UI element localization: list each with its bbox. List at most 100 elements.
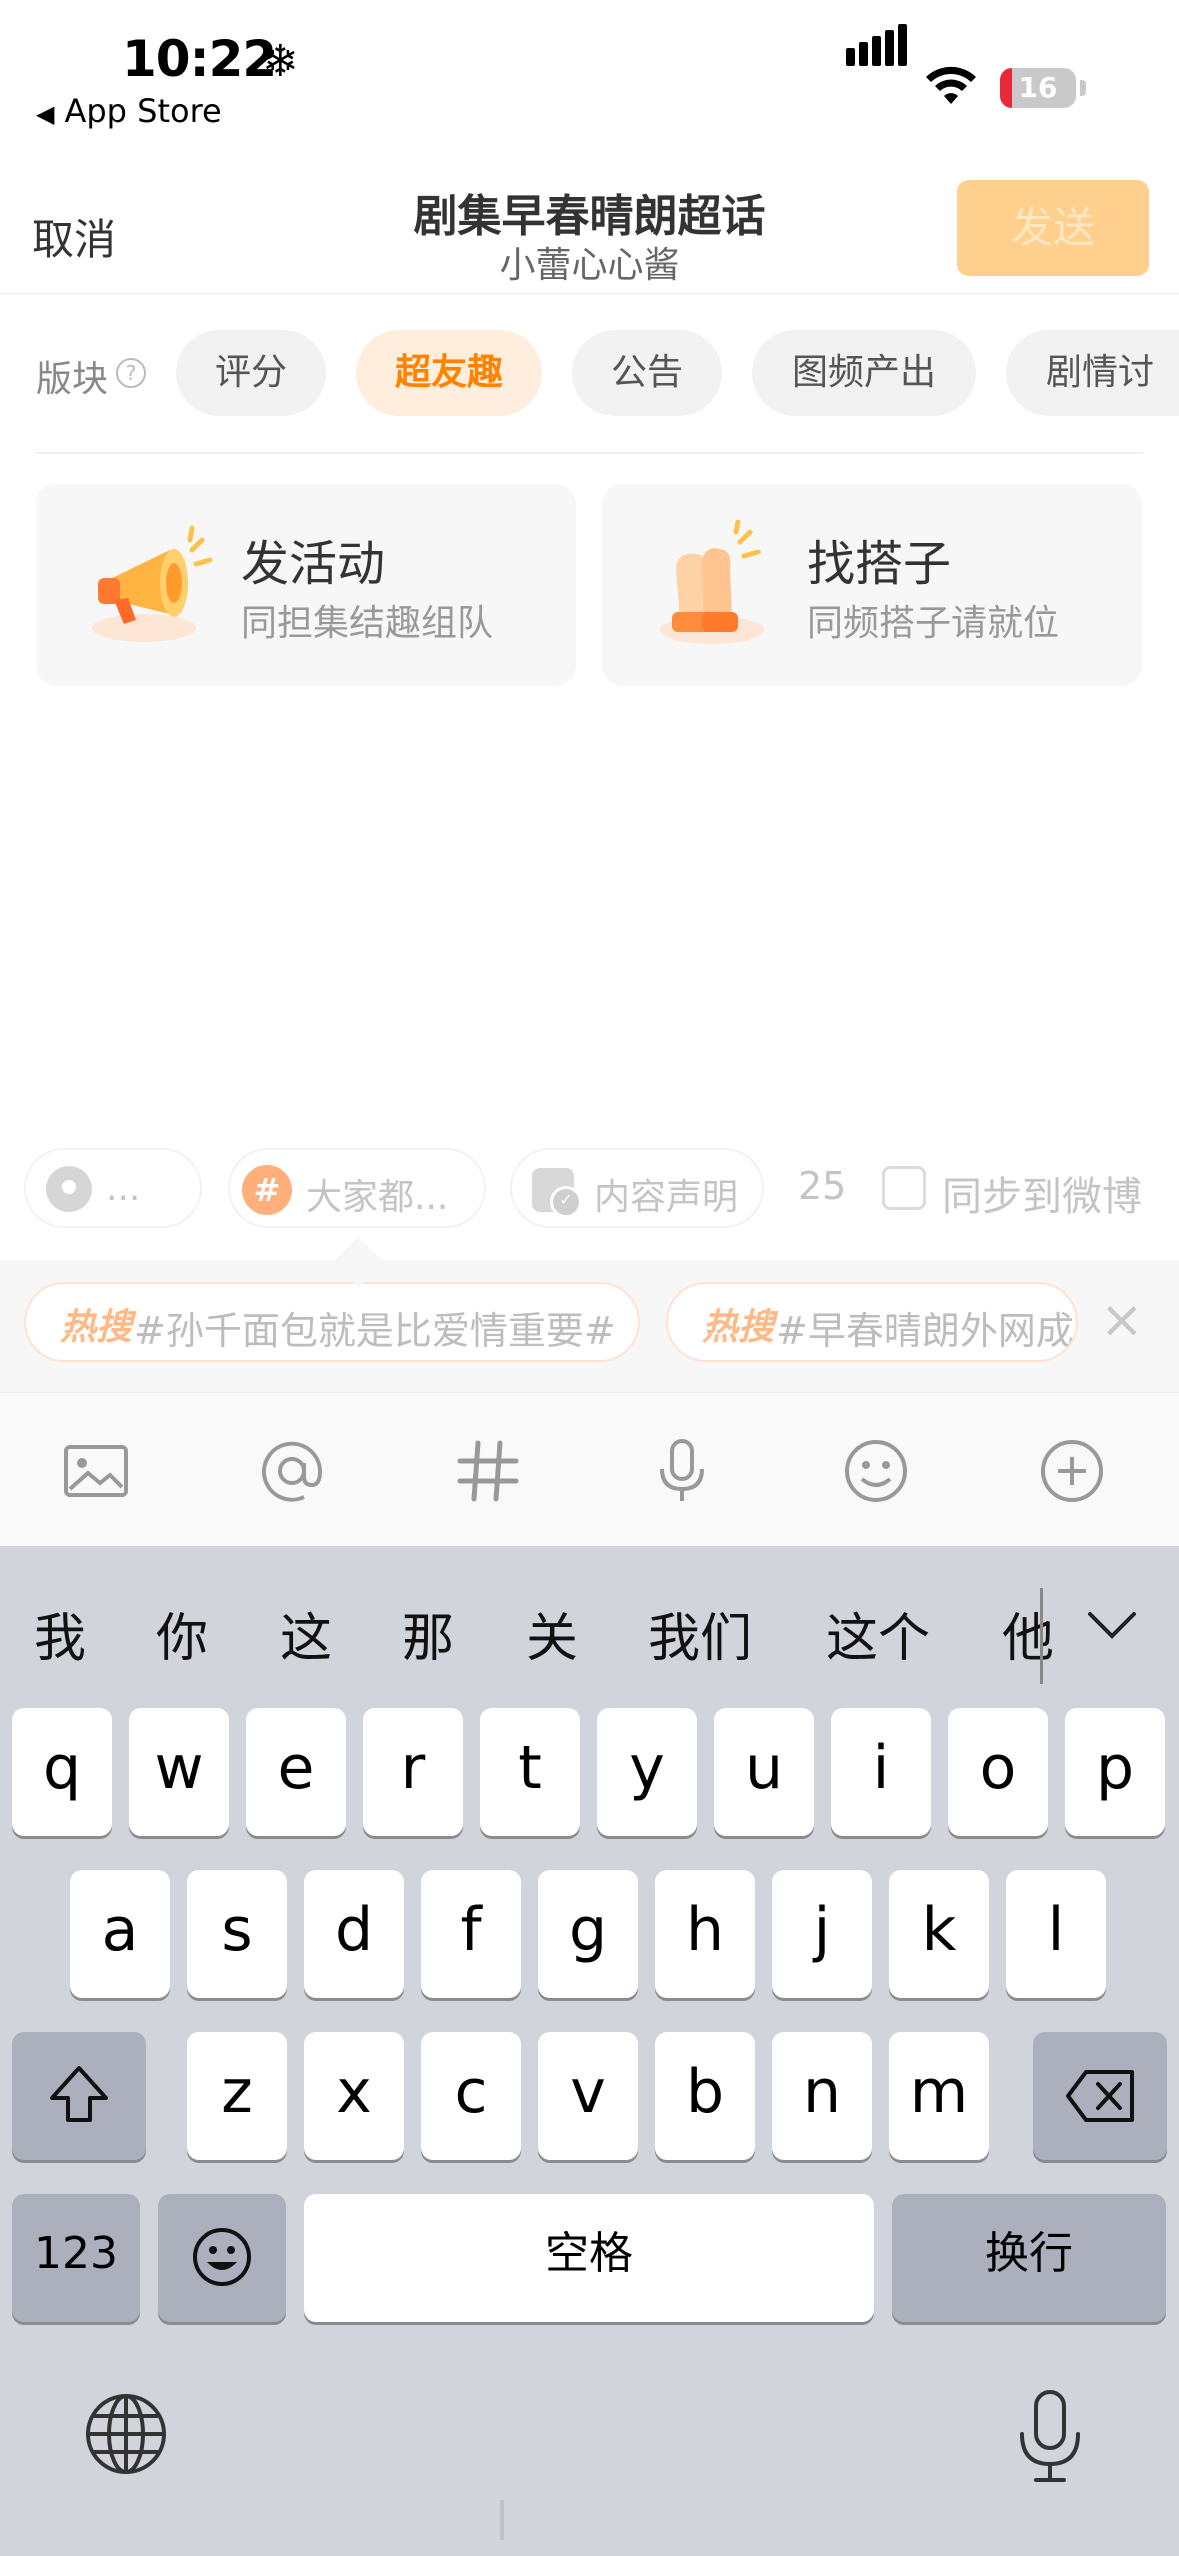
back-app-label: App Store (64, 92, 222, 130)
space-key[interactable]: 空格 (304, 2194, 874, 2322)
key-letter[interactable]: k (889, 1870, 989, 1998)
shift-arrow-icon (50, 2066, 108, 2122)
tab-section[interactable]: 评分 (176, 330, 326, 416)
key-letter[interactable]: m (889, 2032, 989, 2160)
divider (36, 452, 1143, 454)
card-subtitle: 同频搭子请就位 (807, 603, 1060, 644)
close-icon[interactable]: × (1100, 1290, 1144, 1350)
key-letter[interactable]: l (1006, 1870, 1106, 1998)
wifi-icon (926, 66, 976, 104)
emoji-icon (193, 2228, 251, 2286)
hot-search-tag: 热搜 (60, 1307, 133, 1348)
question-circle-icon[interactable]: ? (116, 358, 146, 388)
key-letter[interactable]: z (187, 2032, 287, 2160)
home-indicator (500, 2500, 504, 2540)
back-to-app-link[interactable]: ◀ App Store (36, 92, 222, 130)
numbers-key[interactable]: 123 (12, 2194, 140, 2322)
key-letter[interactable]: g (538, 1870, 638, 1998)
sync-weibo-label[interactable]: 同步到微博 (942, 1164, 1142, 1222)
declaration-label: 内容声明 (594, 1177, 739, 1218)
key-letter[interactable]: u (714, 1708, 814, 1836)
candidate-word[interactable]: 我 (34, 1596, 86, 1671)
card-title: 找搭子 (807, 536, 952, 592)
hot-search-chip[interactable]: 热搜 #早春晴朗外网成 (666, 1282, 1078, 1362)
at-icon[interactable] (256, 1435, 328, 1507)
microphone-icon[interactable] (1010, 2386, 1090, 2486)
return-key[interactable]: 换行 (892, 2194, 1166, 2322)
tab-section[interactable]: 剧情讨 (1006, 330, 1179, 416)
backspace-key[interactable] (1033, 2032, 1167, 2160)
sync-weibo-checkbox[interactable] (882, 1166, 926, 1210)
chevron-down-icon[interactable] (1084, 1596, 1140, 1652)
hot-search-text: #孙千面包就是比爱情重要# (134, 1309, 616, 1353)
find-partner-card[interactable]: 找搭子 同频搭子请就位 (602, 484, 1142, 686)
status-bar: 10:22 ❄ ◀ App Store 16 (0, 0, 1179, 150)
send-button[interactable]: 发送 (957, 180, 1149, 276)
key-letter[interactable]: v (538, 2032, 638, 2160)
hot-search-bar: 热搜 #孙千面包就是比爱情重要# 热搜 #早春晴朗外网成 × (0, 1260, 1179, 1392)
key-letter[interactable]: b (655, 2032, 755, 2160)
hot-search-text: #早春晴朗外网成 (776, 1309, 1074, 1353)
key-letter[interactable]: s (187, 1870, 287, 1998)
card-title: 发活动 (241, 536, 386, 592)
hashtag-icon[interactable] (452, 1435, 524, 1507)
location-label: ... (106, 1168, 141, 1209)
key-letter[interactable]: o (948, 1708, 1048, 1836)
location-chip[interactable]: ... (24, 1148, 202, 1228)
back-triangle-icon: ◀ (36, 100, 55, 128)
key-letter[interactable]: c (421, 2032, 521, 2160)
megaphone-icon (92, 525, 213, 642)
clapping-hands-icon (660, 520, 764, 644)
key-letter[interactable]: e (246, 1708, 346, 1836)
key-letter[interactable]: w (129, 1708, 229, 1836)
topic-label: 大家都... (306, 1177, 449, 1218)
tab-section-active[interactable]: 超友趣 (356, 330, 542, 416)
compose-toolbar (0, 1392, 1179, 1546)
section-label: 版块 (36, 359, 109, 400)
candidate-bar: 我 你 这 那 关 我们 这个 他 (0, 1546, 1179, 1710)
emoji-icon[interactable] (840, 1435, 912, 1507)
key-letter[interactable]: y (597, 1708, 697, 1836)
hot-search-chip[interactable]: 热搜 #孙千面包就是比爱情重要# (24, 1282, 640, 1362)
candidate-word[interactable]: 他 (1002, 1596, 1054, 1671)
create-event-card[interactable]: 发活动 同担集结趣组队 (36, 484, 576, 686)
battery-icon: 16 (1000, 68, 1076, 108)
key-letter[interactable]: n (772, 2032, 872, 2160)
key-letter[interactable]: x (304, 2032, 404, 2160)
topic-chip[interactable]: # 大家都... (228, 1148, 486, 1228)
battery-cap (1080, 80, 1086, 96)
card-subtitle: 同担集结趣组队 (241, 603, 494, 644)
key-letter[interactable]: j (772, 1870, 872, 1998)
candidate-divider (1040, 1588, 1043, 1684)
char-count: 25 (798, 1164, 847, 1208)
shift-key[interactable] (12, 2032, 146, 2160)
key-letter[interactable]: f (421, 1870, 521, 1998)
microphone-icon[interactable] (646, 1435, 718, 1507)
candidate-word[interactable]: 你 (156, 1596, 208, 1671)
declaration-icon (532, 1168, 582, 1218)
plus-circle-icon[interactable] (1036, 1435, 1108, 1507)
candidate-word[interactable]: 关 (526, 1596, 578, 1671)
globe-icon[interactable] (82, 2390, 170, 2478)
candidate-word[interactable]: 那 (402, 1596, 454, 1671)
candidate-word[interactable]: 这个 (826, 1596, 930, 1671)
compose-header: 取消 剧集早春晴朗超话 小蕾心心酱 发送 (0, 170, 1179, 294)
key-letter[interactable]: t (480, 1708, 580, 1836)
declaration-chip[interactable]: 内容声明 (510, 1148, 764, 1228)
candidate-word[interactable]: 我们 (648, 1596, 752, 1671)
emoji-key[interactable] (158, 2194, 286, 2322)
key-letter[interactable]: i (831, 1708, 931, 1836)
key-letter[interactable]: d (304, 1870, 404, 1998)
key-letter[interactable]: q (12, 1708, 112, 1836)
key-letter[interactable]: a (70, 1870, 170, 1998)
tab-section[interactable]: 公告 (572, 330, 722, 416)
backspace-icon (1066, 2070, 1134, 2122)
section-tabs: 版块 ? 评分 超友趣 公告 图频产出 剧情讨 (0, 330, 1179, 416)
key-letter[interactable]: h (655, 1870, 755, 1998)
candidate-word[interactable]: 这 (280, 1596, 332, 1671)
tab-section[interactable]: 图频产出 (752, 330, 976, 416)
image-icon[interactable] (60, 1435, 132, 1507)
snowflake-icon: ❄ (262, 36, 299, 87)
key-letter[interactable]: p (1065, 1708, 1165, 1836)
key-letter[interactable]: r (363, 1708, 463, 1836)
